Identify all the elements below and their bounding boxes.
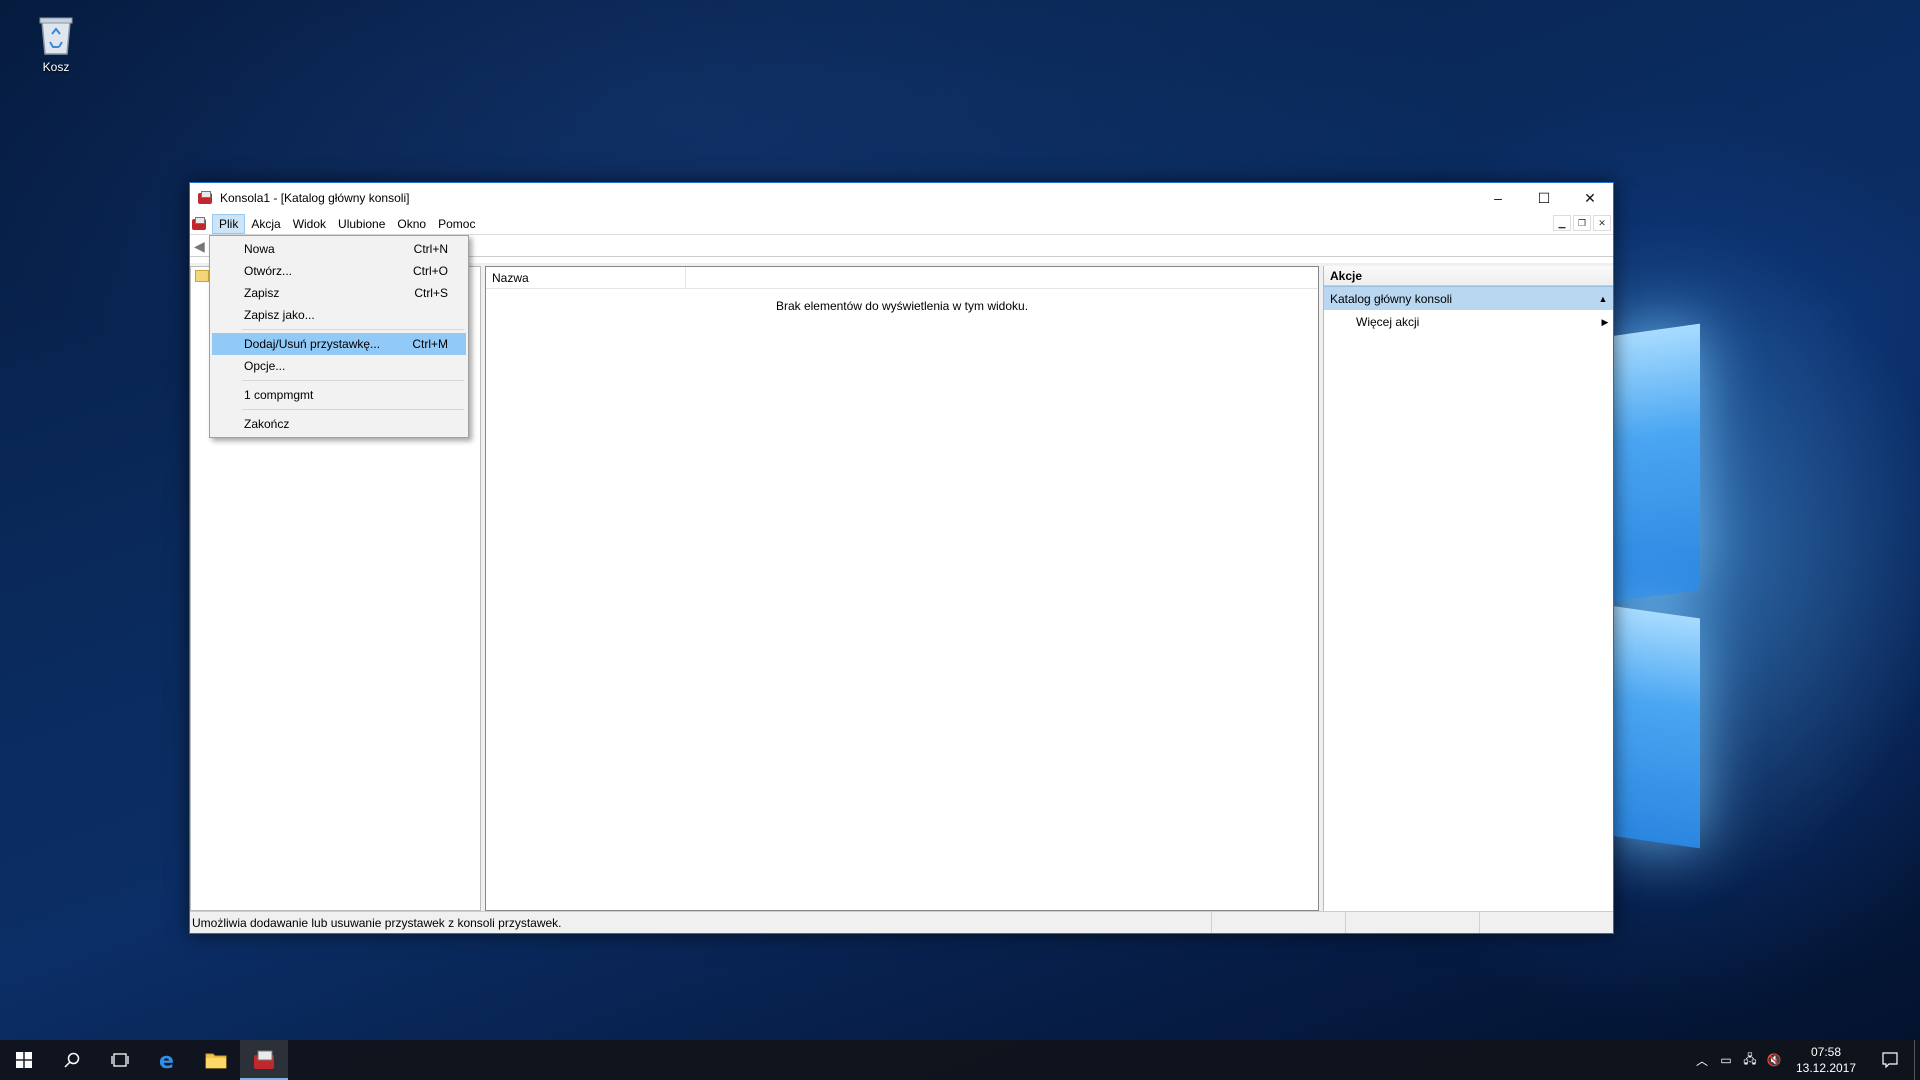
child-minimize-button[interactable]: ▁ [1553, 215, 1571, 231]
menu-ulubione[interactable]: Ulubione [332, 214, 391, 234]
window-title: Konsola1 - [Katalog główny konsoli] [220, 191, 410, 205]
action-center-icon [1882, 1052, 1898, 1068]
menu-plik[interactable]: Plik [212, 213, 246, 234]
actions-pane: Akcje Katalog główny konsoli ▲ Więcej ak… [1323, 266, 1613, 911]
status-message: Umożliwia dodawanie lub usuwanie przysta… [192, 915, 562, 930]
menu-item-zapisz[interactable]: Zapisz Ctrl+S [212, 282, 466, 304]
menu-okno[interactable]: Okno [391, 214, 432, 234]
submenu-arrow-icon: ▶ [1601, 317, 1609, 327]
volume-muted-icon[interactable]: 🔇 [1762, 1053, 1786, 1067]
search-icon [64, 1052, 80, 1068]
task-view-icon [111, 1053, 129, 1067]
start-button[interactable] [0, 1040, 48, 1080]
menu-item-otworz[interactable]: Otwórz... Ctrl+O [212, 260, 466, 282]
clock-date: 13.12.2017 [1795, 1061, 1857, 1075]
windows-start-icon [16, 1052, 32, 1068]
menu-separator [242, 409, 464, 410]
desktop-icon-recycle-bin[interactable]: Kosz [18, 6, 94, 74]
minimize-button[interactable]: – [1475, 183, 1521, 213]
file-menu-dropdown: Nowa Ctrl+N Otwórz... Ctrl+O Zapisz Ctrl… [209, 235, 469, 438]
menu-separator [242, 380, 464, 381]
status-segment [1345, 912, 1479, 933]
desktop-icon-label: Kosz [42, 60, 70, 74]
actions-section-label: Katalog główny konsoli [1330, 292, 1453, 306]
menu-item-label: Zakończ [244, 417, 290, 431]
wallpaper-windows-logo [1600, 323, 1920, 850]
menu-item-shortcut: Ctrl+N [413, 242, 448, 256]
menu-item-shortcut: Ctrl+S [414, 286, 448, 300]
menu-pomoc[interactable]: Pomoc [432, 214, 481, 234]
menu-widok[interactable]: Widok [287, 214, 332, 234]
mmc-app-icon [254, 1050, 274, 1069]
menu-item-label: Opcje... [244, 359, 286, 373]
status-segment [1479, 912, 1613, 933]
edge-taskbar-button[interactable]: e [144, 1040, 192, 1080]
menu-item-opcje[interactable]: Opcje... [212, 355, 466, 377]
edge-icon: e [159, 1049, 174, 1071]
menu-item-shortcut: Ctrl+M [412, 337, 448, 351]
mmc-taskbar-button[interactable] [240, 1040, 288, 1080]
result-pane[interactable]: Nazwa Brak elementów do wyświetlenia w t… [485, 266, 1319, 911]
system-menu-icon[interactable] [192, 214, 212, 234]
close-button[interactable]: ✕ [1567, 183, 1613, 213]
folder-icon [205, 1053, 227, 1069]
menu-item-label: Zapisz [244, 286, 280, 300]
recycle-bin-icon [36, 12, 76, 56]
menu-separator [242, 329, 464, 330]
action-center-button[interactable] [1866, 1040, 1914, 1080]
menu-item-label: Zapisz jako... [244, 308, 315, 322]
menu-item-label: Dodaj/Usuń przystawkę... [244, 337, 381, 351]
maximize-button[interactable]: ☐ [1521, 183, 1567, 213]
show-hidden-icons-chevron-icon[interactable]: ︿ [1690, 1052, 1714, 1069]
menu-item-add-remove-snapin[interactable]: Dodaj/Usuń przystawkę... Ctrl+M [212, 333, 466, 355]
menu-item-nowa[interactable]: Nowa Ctrl+N [212, 238, 466, 260]
task-view-button[interactable] [96, 1040, 144, 1080]
actions-section[interactable]: Katalog główny konsoli ▲ [1324, 286, 1613, 310]
status-bar: Umożliwia dodawanie lub usuwanie przysta… [190, 911, 1613, 933]
menu-item-zakoncz[interactable]: Zakończ [212, 413, 466, 435]
more-actions-label: Więcej akcji [1356, 315, 1420, 329]
empty-message: Brak elementów do wyświetlenia w tym wid… [775, 299, 1029, 313]
child-restore-button[interactable]: ❐ [1573, 215, 1591, 231]
network-icon[interactable]: 🖧 [1738, 1050, 1762, 1071]
collapse-caret-icon[interactable]: ▲ [1593, 287, 1613, 310]
title-bar[interactable]: Konsola1 - [Katalog główny konsoli] – ☐ … [190, 183, 1613, 213]
status-segment [1211, 912, 1345, 933]
power-icon[interactable]: ▭ [1714, 1053, 1738, 1067]
back-arrow-icon[interactable]: ◀ [194, 238, 210, 254]
menu-item-shortcut: Ctrl+O [412, 264, 448, 278]
system-tray: ︿ ▭ 🖧 🔇 07:58 13.12.2017 [1690, 1040, 1920, 1080]
taskbar: e ︿ ▭ 🖧 🔇 07:58 13.12.2017 [0, 1040, 1920, 1080]
clock-time: 07:58 [1810, 1045, 1842, 1059]
menu-item-label: Nowa [244, 242, 275, 256]
folder-icon[interactable] [195, 270, 209, 282]
svg-text:e: e [159, 1049, 174, 1071]
file-explorer-taskbar-button[interactable] [192, 1040, 240, 1080]
menu-item-label: Otwórz... [244, 264, 293, 278]
child-close-button[interactable]: ✕ [1593, 215, 1611, 231]
menu-item-zapisz-jako[interactable]: Zapisz jako... [212, 304, 466, 326]
more-actions-item[interactable]: Więcej akcji ▶ [1324, 310, 1613, 334]
column-header-name[interactable]: Nazwa [486, 267, 686, 288]
mmc-app-icon [198, 191, 214, 205]
menu-akcja[interactable]: Akcja [245, 214, 286, 234]
menu-item-label: 1 compmgmt [244, 388, 314, 402]
mmc-app-icon [192, 216, 206, 231]
search-button[interactable] [48, 1040, 96, 1080]
show-desktop-button[interactable] [1914, 1040, 1920, 1080]
menu-bar: Plik Akcja Widok Ulubione Okno Pomoc ▁ ❐… [190, 213, 1613, 235]
taskbar-clock[interactable]: 07:58 13.12.2017 [1786, 1044, 1866, 1076]
actions-header: Akcje [1324, 266, 1613, 286]
menu-item-recent-compmgmt[interactable]: 1 compmgmt [212, 384, 466, 406]
